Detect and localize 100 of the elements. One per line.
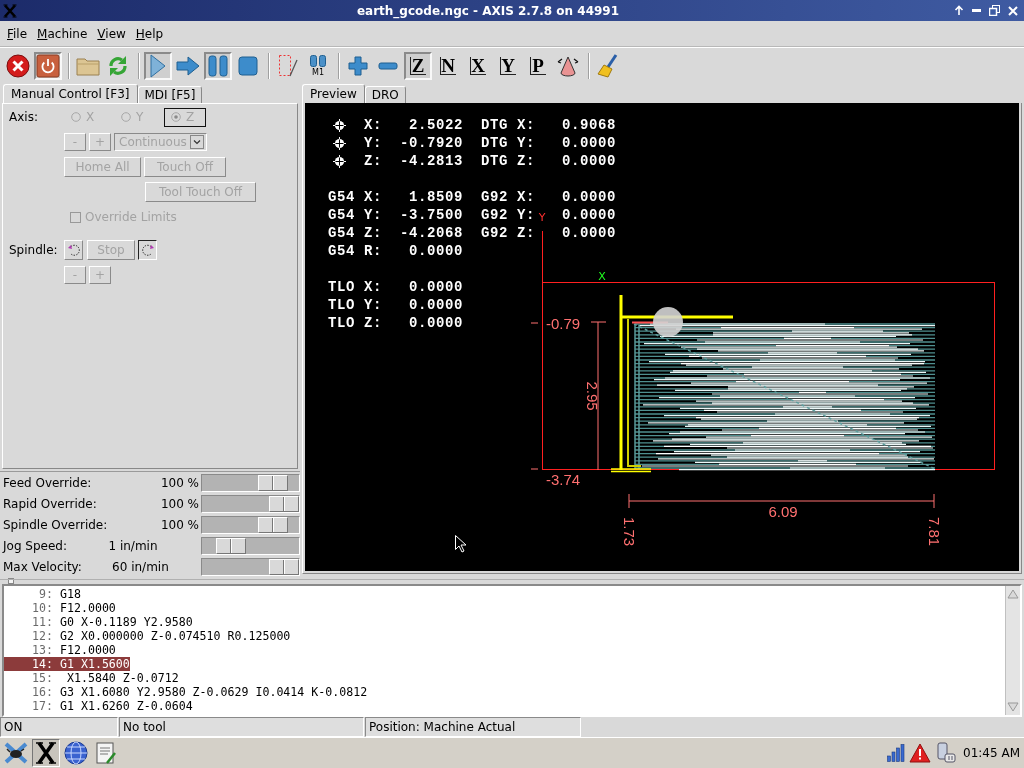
slider-value: 1 in/min (108, 538, 158, 553)
run-button[interactable] (144, 51, 172, 80)
status-field: ON (0, 717, 118, 737)
dro-value: 0.0000 (409, 279, 463, 295)
dro-label: Z: (364, 152, 382, 170)
globe-icon (64, 741, 88, 765)
slider-label: Rapid Override: (3, 496, 97, 511)
dro-label: G54 X: (328, 188, 382, 206)
two-bars-icon (309, 54, 327, 67)
slider-track[interactable] (201, 557, 300, 576)
line-number: 11: (31, 615, 53, 629)
slider-label: Max Velocity: (3, 559, 82, 574)
slider-track[interactable] (201, 536, 300, 555)
taskbar-button[interactable] (32, 739, 60, 767)
slider-thumb[interactable] (269, 558, 299, 575)
arrow-up-icon[interactable] (954, 5, 964, 16)
menu-item[interactable]: View (92, 24, 131, 43)
slider-thumb[interactable] (257, 474, 288, 491)
dro-value: 0.0000 (409, 315, 463, 331)
field-label: Spindle: (9, 243, 58, 257)
slider-thumb[interactable] (269, 495, 299, 512)
x-axis-marker: X (598, 270, 606, 283)
optional-stop-button[interactable]: M1 (304, 51, 332, 80)
line-number: 16: (31, 685, 53, 699)
slider-track[interactable] (201, 494, 300, 513)
code-line[interactable]: 9: G18 (4, 587, 81, 601)
maximize-icon[interactable] (989, 5, 1000, 16)
line-number: 9: (38, 587, 53, 601)
window-title: earth_gcode.ngc - AXIS 2.7.8 on 44991 (355, 3, 621, 18)
notepad-icon (95, 741, 117, 765)
dro-label: G92 X: (481, 188, 535, 206)
line-number: 14: (31, 657, 53, 671)
slider-thumb[interactable] (257, 516, 288, 533)
dro-value: 0.0000 (562, 153, 616, 169)
view-button[interactable]: N (434, 51, 462, 80)
clock: 01:45 AM (963, 746, 1020, 760)
tab[interactable]: MDI [F5] (137, 86, 203, 103)
power-icon (36, 53, 60, 78)
menu-item[interactable]: Help (130, 24, 169, 43)
code-line[interactable]: 10: F12.0000 (4, 601, 116, 615)
dro-value: 0.0000 (409, 297, 463, 313)
slider-value: 60 in/min (112, 559, 169, 574)
code-line[interactable]: 17: G1 X1.6260 Z-0.0604 (4, 699, 193, 713)
view-button[interactable]: P (524, 51, 552, 80)
spindle-reverse-button[interactable] (64, 240, 83, 260)
view-button[interactable]: Y (494, 51, 522, 80)
slider-thumb[interactable] (216, 537, 247, 554)
estop-button[interactable] (4, 51, 32, 80)
dro-label: G54 R: (328, 242, 382, 260)
close-icon[interactable] (1008, 5, 1018, 16)
slider-track[interactable] (201, 515, 300, 534)
menu-item[interactable]: File (2, 24, 33, 43)
view-button[interactable]: Z (404, 51, 432, 80)
slider-label: Spindle Override: (3, 517, 108, 532)
tab[interactable]: Preview (302, 84, 365, 103)
dro-label: DTG X: (481, 116, 535, 134)
tab[interactable]: Manual Control [F3] (3, 84, 138, 103)
dimension-label: 2.95 (584, 381, 601, 411)
dro-label: Y: (364, 134, 382, 152)
code-line[interactable]: 12: G2 X0.000000 Z-0.074510 R0.125000 (4, 629, 291, 643)
menu-item[interactable]: Machine (32, 24, 93, 43)
status-field: No tool (119, 717, 364, 737)
code-text: G18 (59, 587, 81, 601)
code-text: X1.5840 Z-0.0712 (65, 671, 179, 685)
stop-icon (238, 55, 258, 76)
line-number: 15: (31, 671, 53, 685)
dro-label: TLO Z: (328, 314, 382, 332)
code-line[interactable]: 16: G3 X1.6080 Y2.9580 Z-0.0629 I0.0414 K-0.0812 (4, 685, 368, 699)
slider-value: 100 % (160, 517, 199, 532)
power-button[interactable] (34, 51, 62, 80)
dimension-label: 1.73 (621, 517, 638, 547)
code-text: F12.0000 (59, 643, 116, 657)
code-text: G3 X1.6080 Y2.9580 Z-0.0629 I0.0414 K-0.0812 (59, 685, 368, 699)
folder-icon (76, 55, 100, 76)
view-button[interactable]: X (464, 51, 492, 80)
dro-label: TLO Y: (328, 296, 382, 314)
code-text: G0 X-0.1189 Y2.9580 (59, 615, 193, 629)
field-label: Axis: (9, 110, 38, 124)
status-field: Position: Machine Actual (365, 717, 581, 737)
dro-label: G54 Z: (328, 224, 382, 242)
dro-value: 0.0000 (562, 189, 616, 205)
slider-value: 100 % (160, 475, 199, 490)
code-line[interactable]: 11: G0 X-0.1189 Y2.9580 (4, 615, 193, 629)
mouse-pointer-icon (455, 535, 467, 553)
pause-button[interactable] (204, 51, 232, 80)
dro-value: -4.2068 (400, 225, 463, 241)
broom-icon (597, 53, 619, 78)
code-text: G1 X1.6260 Z-0.0604 (59, 699, 193, 713)
code-line[interactable]: 13: F12.0000 (4, 643, 116, 657)
spindle-forward-button[interactable] (138, 240, 157, 260)
dro-value: 2.5022 (409, 117, 463, 133)
signal-bars-icon[interactable] (887, 744, 906, 762)
y-axis-label: Y (538, 211, 546, 224)
dro-value: -0.7920 (400, 135, 463, 151)
slider-track[interactable] (201, 473, 300, 492)
code-line[interactable]: 15: X1.5840 Z-0.0712 (4, 671, 179, 685)
dimension-label: 7.81 (926, 517, 943, 547)
line-number: 13: (31, 643, 53, 657)
warning-icon[interactable] (909, 743, 932, 763)
line-number: 17: (31, 699, 53, 713)
